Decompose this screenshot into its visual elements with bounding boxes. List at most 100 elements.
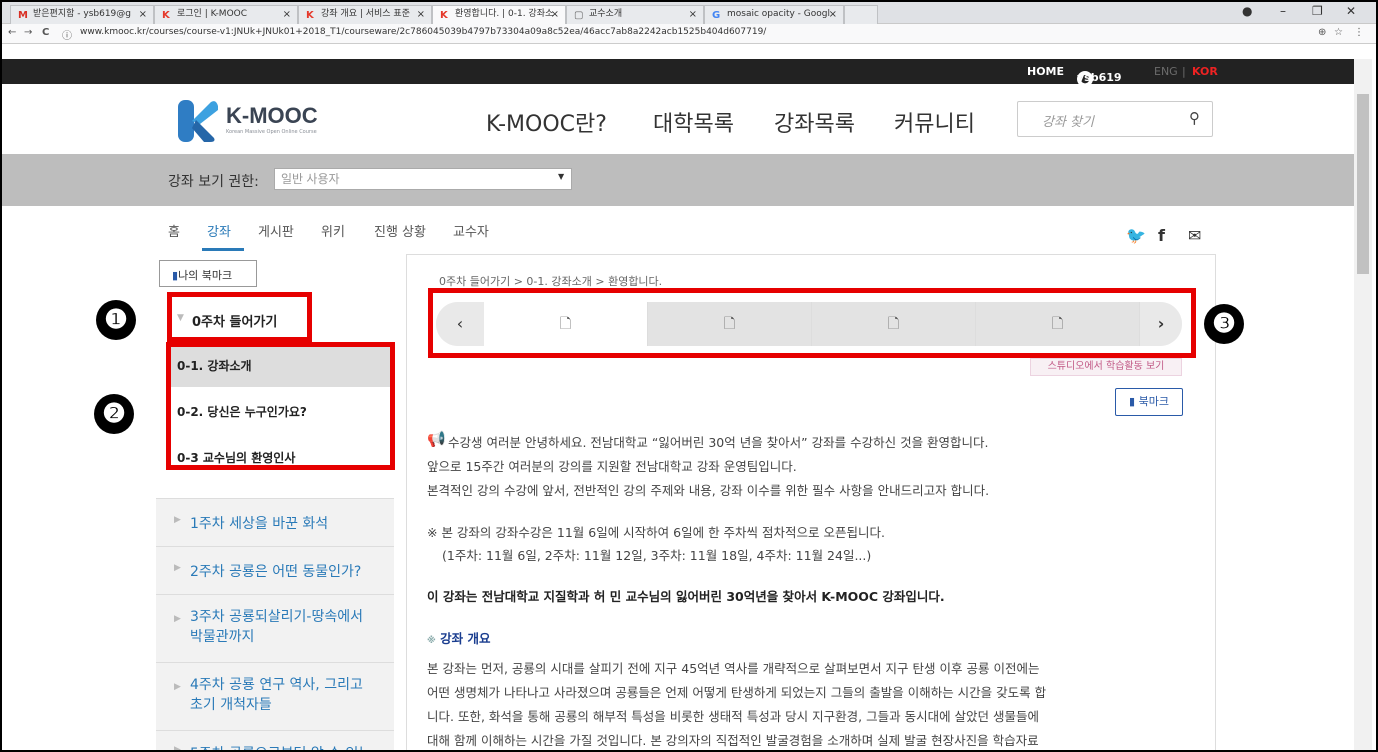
unit-sequence-nav: ‹ 🗋 🗋 🗋 🗋 › — [436, 302, 1182, 346]
tab-progress[interactable]: 진행 상황 — [374, 221, 426, 240]
lang-eng[interactable]: ENG — [1154, 65, 1178, 78]
close-icon[interactable]: × — [829, 6, 837, 23]
close-icon[interactable]: × — [689, 6, 697, 23]
lang-kor[interactable]: KOR — [1192, 65, 1218, 78]
close-icon[interactable]: × — [417, 6, 425, 23]
browser-tab[interactable]: ▢ 교수소개 × — [566, 5, 704, 24]
nav-courses[interactable]: 강좌목록 — [774, 106, 855, 138]
browser-tab-active[interactable]: K 환영합니다. | 0-1. 강좌소 × — [432, 5, 566, 24]
annotation-marker-3: ❸ — [1204, 304, 1244, 344]
nav-universities[interactable]: 대학목록 — [653, 106, 734, 138]
star-icon[interactable]: ☆ — [1334, 27, 1343, 38]
zoom-icon[interactable]: ⊕ — [1318, 27, 1326, 38]
view-as-select[interactable]: 일반 사용자 — [274, 168, 572, 190]
chapter-item[interactable]: ▶ 4주차 공룡 연구 역사, 그리고 초기 개척자들 — [156, 662, 394, 730]
my-bookmarks-button[interactable]: ▮나의 북마크 — [159, 260, 257, 287]
back-icon[interactable]: ← — [8, 27, 16, 38]
logo-text: K-MOOC — [226, 103, 318, 128]
section-item-active[interactable]: 0-1. 강좌소개 — [171, 347, 390, 387]
lang-separator: | — [1182, 65, 1186, 78]
window-close-icon[interactable]: ✕ — [1346, 4, 1356, 18]
home-link[interactable]: HOME — [1027, 65, 1064, 78]
section-item[interactable]: 0-2. 당신은 누구인가요? — [171, 393, 390, 433]
section-item[interactable]: 0-3 교수님의 환영인사 — [171, 439, 390, 479]
search-icon[interactable]: ⚲ — [1189, 109, 1200, 127]
close-icon[interactable]: × — [139, 6, 147, 23]
scrollbar-thumb[interactable] — [1357, 94, 1369, 274]
twitter-icon[interactable]: 🐦 — [1126, 226, 1146, 245]
chapter-label: 2주차 공룡은 어떤 동물인가? — [190, 564, 362, 580]
chevron-right-icon: ▶ — [174, 515, 181, 525]
chevron-right-icon: ▶ — [174, 614, 181, 624]
close-icon[interactable]: × — [551, 6, 559, 23]
top-utility-bar: HOME ● ysb619 ▾ ENG | KOR — [2, 59, 1354, 97]
browser-tab[interactable]: K 강좌 개요 | 서비스 표준 × — [298, 5, 432, 24]
unit-tab[interactable]: 🗋 — [648, 302, 812, 346]
schedule-note: ※ 본 강좌의 강좌수강은 11월 6일에 시작하여 6일에 한 주차씩 점차적… — [427, 525, 885, 540]
overview-line-3: 니다. 또한, 화석을 통해 공룡의 해부적 특성을 비롯한 생태적 특성과 당… — [427, 709, 1040, 724]
tab-wiki[interactable]: 위키 — [321, 221, 345, 240]
prev-unit-button[interactable]: ‹ — [436, 302, 484, 346]
course-intro-bold: 이 강좌는 전남대학교 지질학과 허 민 교수님의 잃어버린 30억년을 찾아서… — [427, 589, 945, 604]
search-box[interactable]: 강좌 찾기 ⚲ — [1017, 101, 1213, 137]
nav-about[interactable]: K-MOOC란? — [486, 106, 607, 138]
intro-line-1: 수강생 여러분 안녕하세요. 전남대학교 “잃어버린 30억 년을 찾아서” 강… — [448, 435, 989, 450]
menu-icon[interactable]: ⋮ — [1354, 27, 1364, 38]
address-bar: ← → C ⓘ www.kmooc.kr/courses/course-v1:J… — [2, 24, 1376, 44]
chapter-label: 3주차 공룡되살리기-땅속에서 — [190, 609, 363, 625]
browser-tab[interactable]: K 로그인 | K-MOOC × — [154, 5, 298, 24]
chapter-item[interactable]: ▶ 1주차 세상을 바꾼 화석 — [156, 498, 394, 546]
facebook-icon[interactable]: f — [1158, 226, 1165, 245]
tab-instructor[interactable]: 교수자 — [453, 221, 489, 240]
new-tab-button[interactable] — [844, 5, 878, 24]
tab-label: 로그인 | K-MOOC — [177, 9, 248, 19]
overview-line-1: 본 강좌는 먼저, 공룡의 시대를 살피기 전에 지구 45억년 역사를 개략적… — [427, 661, 1040, 676]
restore-icon[interactable]: ❐ — [1312, 4, 1323, 18]
chapter-item[interactable]: ▶ 3주차 공룡되살리기-땅속에서박물관까지 — [156, 594, 394, 662]
email-icon[interactable]: ✉ — [1188, 226, 1201, 245]
gmail-icon: M — [18, 10, 28, 21]
view-in-studio-link[interactable]: 스튜디오에서 학습활동 보기 — [1030, 358, 1182, 376]
chapter-label: 0주차 들어가기 — [192, 315, 278, 330]
document-icon: 🗋 — [887, 316, 900, 332]
document-icon: 🗋 — [1051, 316, 1064, 332]
reload-icon[interactable]: C — [42, 27, 49, 38]
chapter-current[interactable]: ▼ 0주차 들어가기 — [167, 292, 312, 342]
nav-community[interactable]: 커뮤니티 — [894, 106, 975, 138]
browser-tab[interactable]: Gmosaic opacity - Googl × — [704, 5, 844, 24]
chevron-down-icon: ▼ — [177, 313, 184, 323]
section-list: 0-1. 강좌소개 0-2. 당신은 누구인가요? 0-3 교수님의 환영인사 — [166, 342, 395, 470]
chevron-right-icon: ▶ — [174, 745, 181, 752]
kmooc-logo[interactable]: K-MOOC Korean Massive Open Online Course — [178, 100, 338, 142]
close-icon[interactable]: × — [283, 6, 291, 23]
profile-icon[interactable]: ● — [1242, 4, 1252, 18]
chapter-list: ▶ 1주차 세상을 바꾼 화석 ▶ 2주차 공룡은 어떤 동물인가? ▶ 3주차 공룡… — [156, 498, 394, 752]
bookmark-button[interactable]: ▮ 북마크 — [1115, 388, 1183, 416]
minimize-icon[interactable]: – — [1280, 4, 1286, 18]
chapter-label-line2: 초기 개척자들 — [190, 697, 272, 713]
unit-tab-active[interactable]: 🗋 — [484, 302, 648, 346]
unit-tab[interactable]: 🗋 — [812, 302, 976, 346]
page-scrollbar[interactable] — [1354, 59, 1372, 750]
unit-tab[interactable]: 🗋 — [976, 302, 1140, 346]
chapter-item[interactable]: ▶ 5주차 공룡으로부터 알 수 있는 — [156, 730, 394, 752]
bookmark-icon: ▮ — [1129, 395, 1136, 408]
schedule-dates: (1주차: 11월 6일, 2주차: 11월 12일, 3주차: 11월 18일… — [442, 548, 872, 563]
browser-tab[interactable]: M 받은편지함 - ysb619@g × — [10, 5, 154, 24]
chapter-label-line2: 박물관까지 — [190, 629, 255, 645]
username: ysb619 ▾ — [1077, 71, 1122, 97]
google-icon: G — [712, 10, 721, 21]
chapter-item[interactable]: ▶ 2주차 공룡은 어떤 동물인가? — [156, 546, 394, 594]
forward-icon[interactable]: → — [24, 27, 32, 38]
next-unit-button[interactable]: › — [1140, 302, 1182, 346]
chevron-right-icon: ▶ — [174, 563, 181, 573]
tab-course[interactable]: 강좌 — [207, 221, 231, 240]
tab-discussion[interactable]: 게시판 — [258, 221, 294, 240]
info-icon[interactable]: ⓘ — [62, 27, 72, 42]
url-field[interactable]: www.kmooc.kr/courses/course-v1:JNUk+JNUk… — [80, 27, 766, 37]
tab-home[interactable]: 홈 — [168, 221, 180, 240]
active-tab-indicator — [202, 248, 244, 251]
chevron-down-icon: ▼ — [558, 172, 565, 181]
document-icon: 🗋 — [723, 316, 736, 332]
view-as-bar: 강좌 보기 권한: 일반 사용자 ▼ — [2, 154, 1354, 206]
